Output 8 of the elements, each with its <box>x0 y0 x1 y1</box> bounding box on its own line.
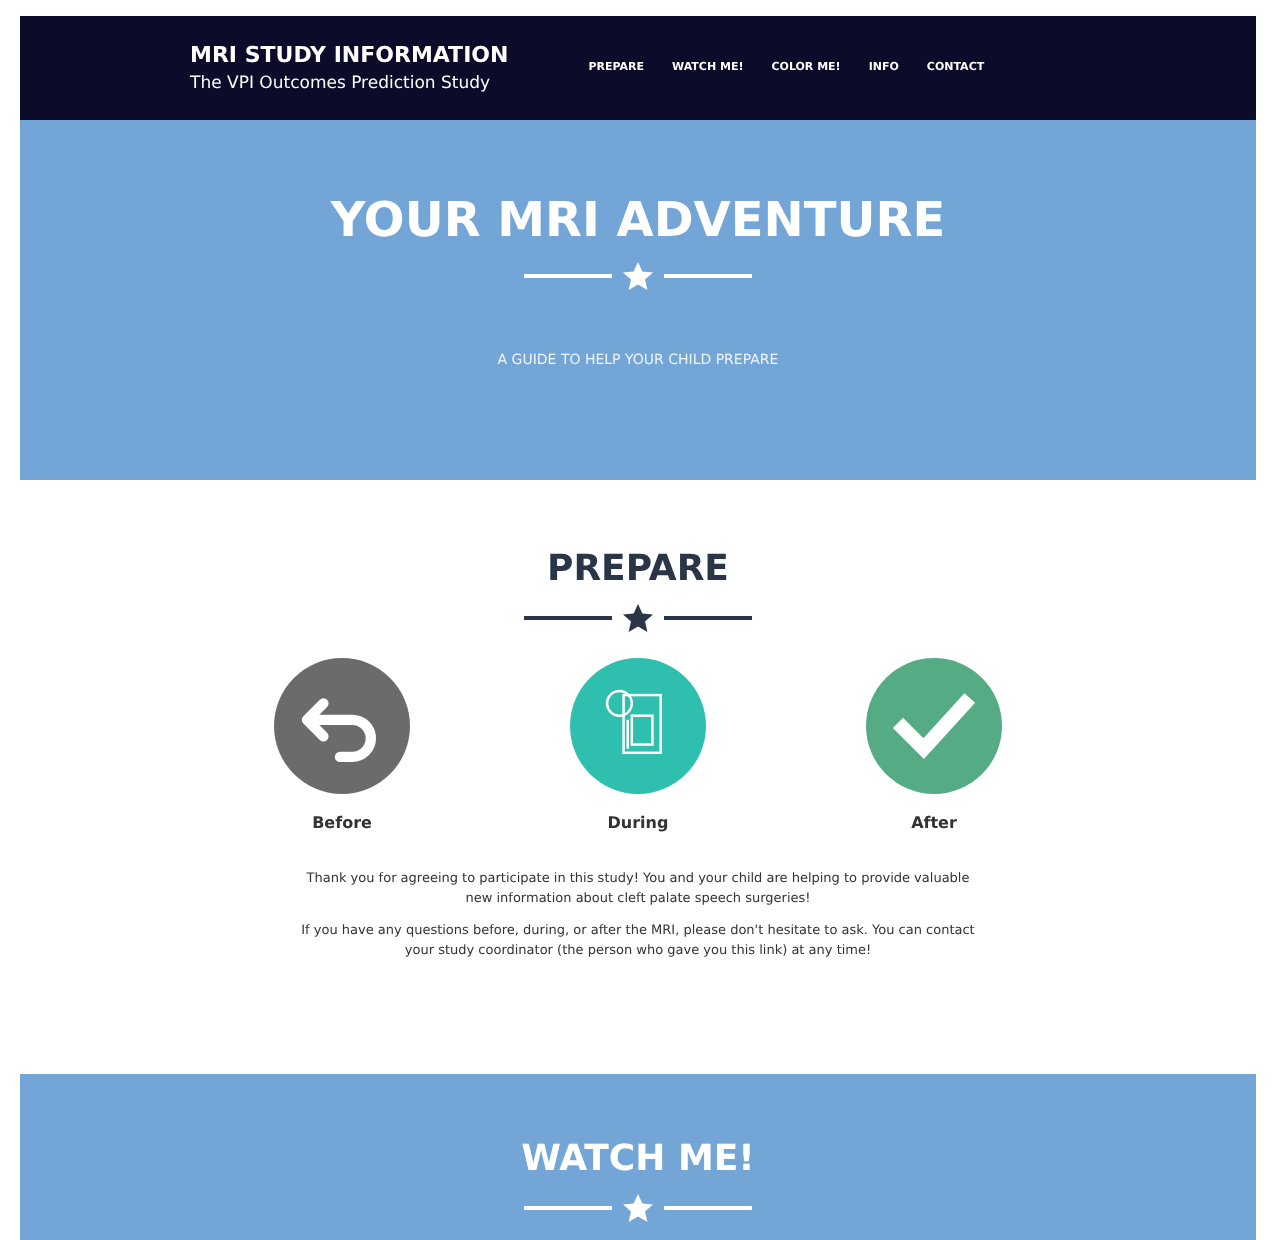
step-label: After <box>911 814 957 832</box>
step-label: Before <box>312 814 372 832</box>
site-title: MRI STUDY INFORMATION <box>190 42 509 68</box>
section-title: WATCH ME! <box>521 1138 755 1180</box>
section-title: PREPARE <box>547 548 729 590</box>
step-label: During <box>607 814 669 832</box>
site-subtitle: The VPI Outcomes Prediction Study <box>190 74 493 94</box>
hero-title: YOUR MRI ADVENTURE <box>330 192 946 248</box>
